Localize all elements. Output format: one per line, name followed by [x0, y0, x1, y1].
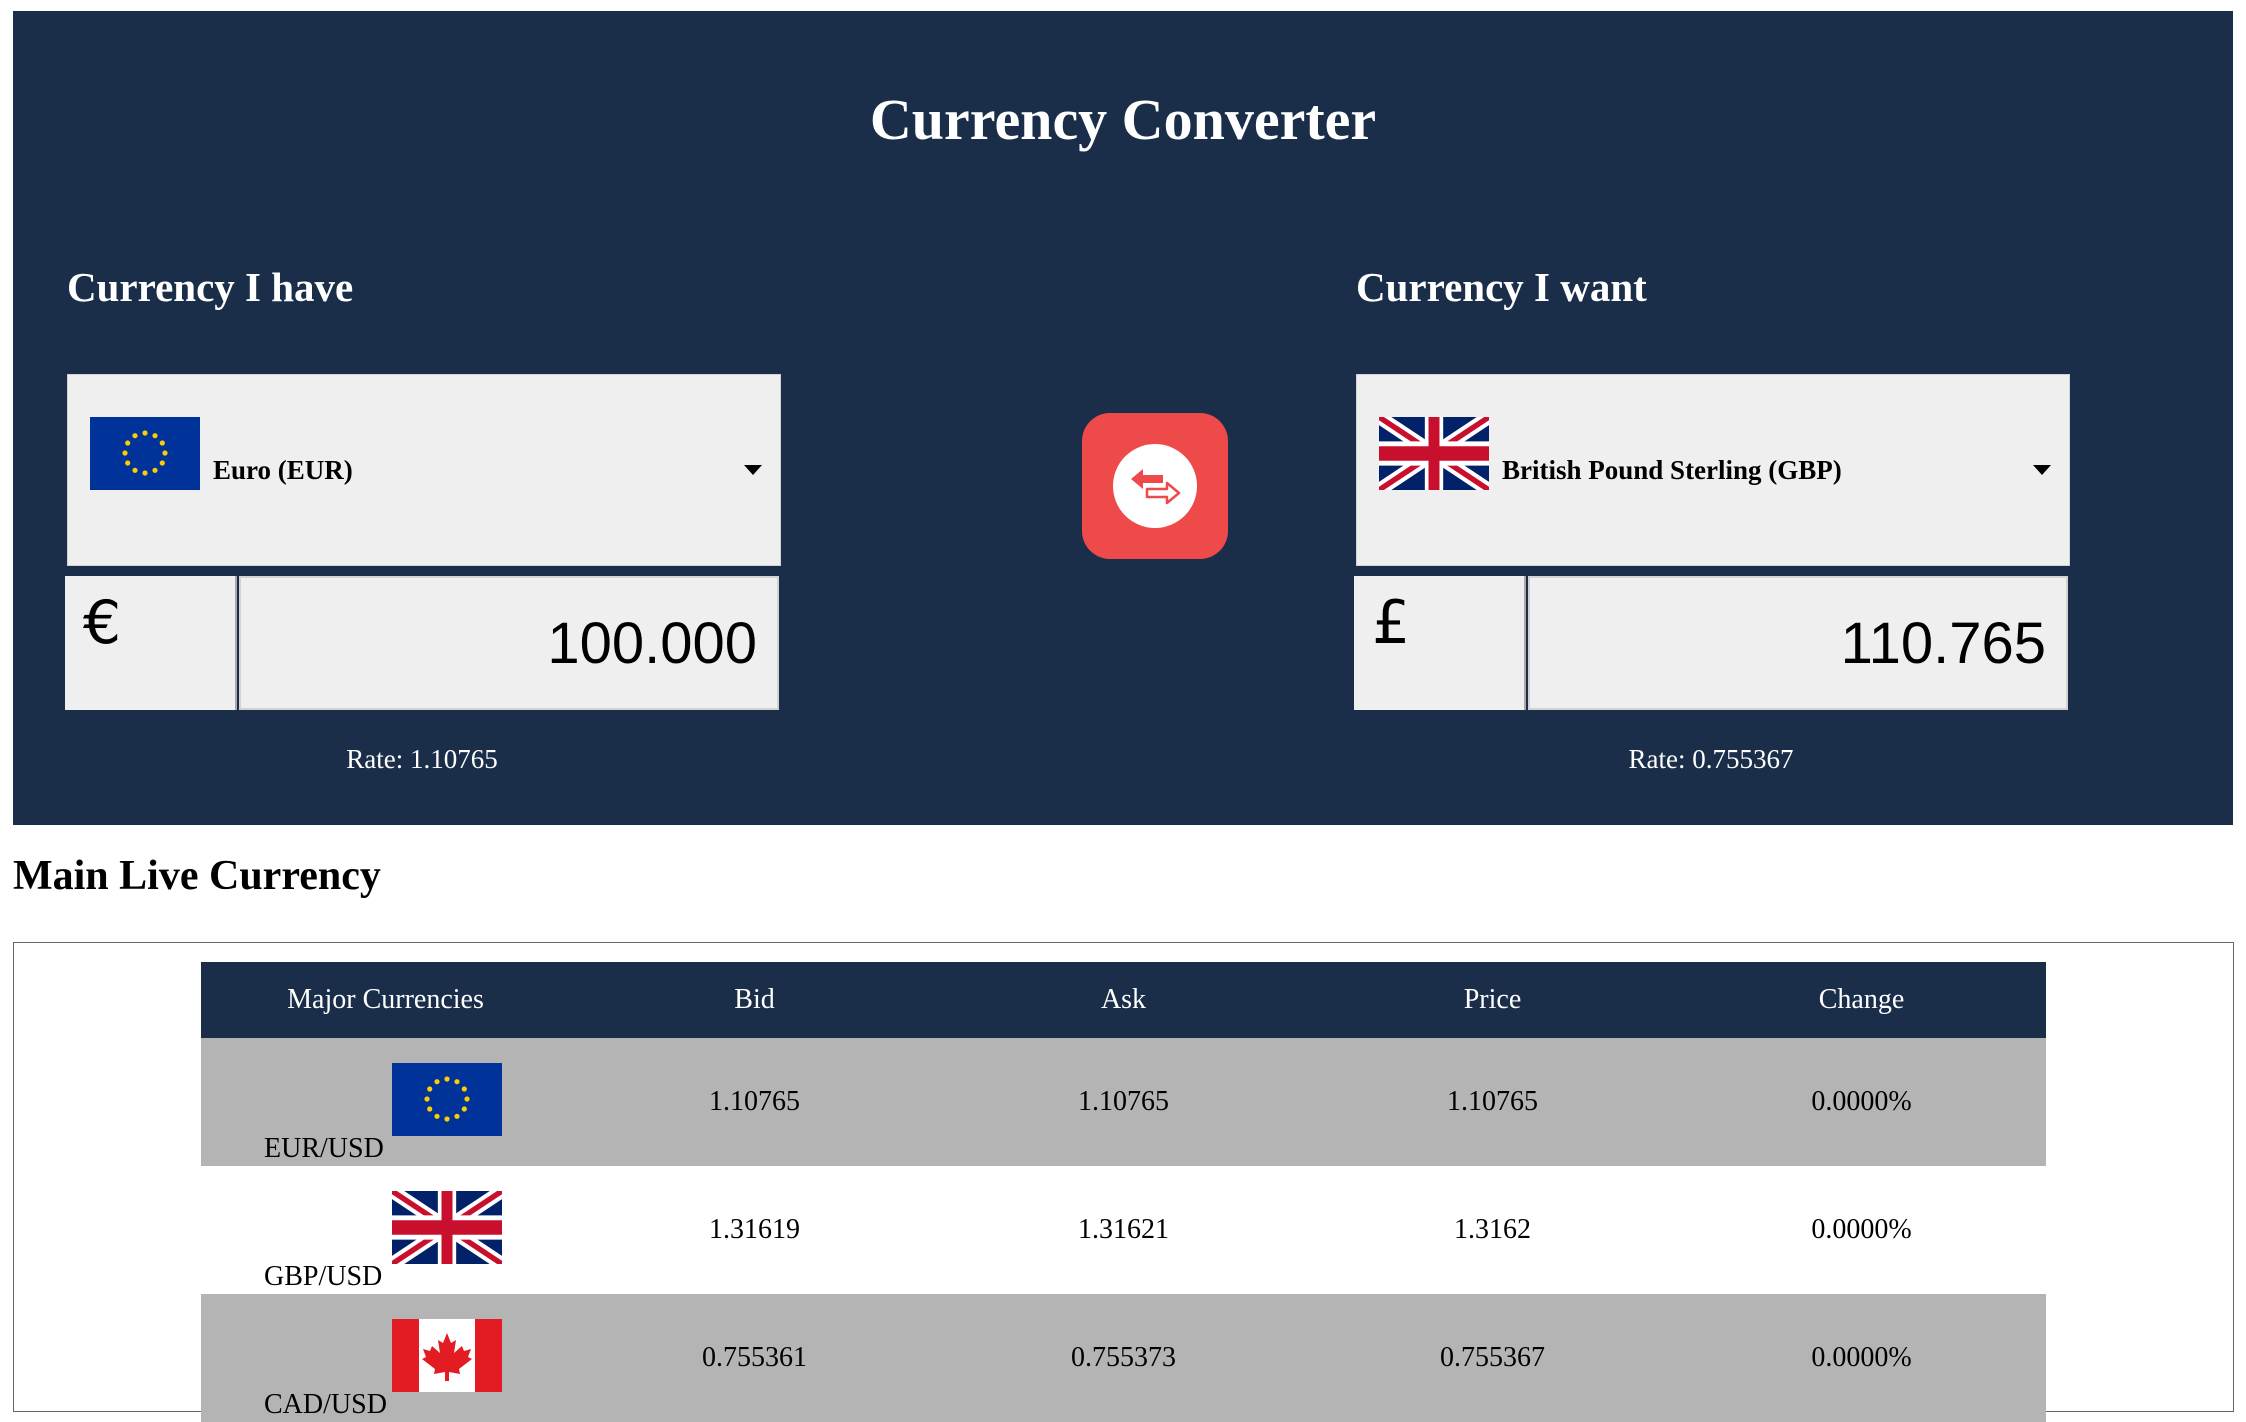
change-cell: 0.0000% [1677, 1038, 2046, 1166]
column-header-bid: Bid [570, 962, 939, 1038]
swap-currencies-button[interactable] [1082, 413, 1228, 559]
pair-cell: GBP/USD [201, 1166, 570, 1294]
column-header-price: Price [1308, 962, 1677, 1038]
ask-cell: 0.755373 [939, 1294, 1308, 1422]
price-cell: 1.3162 [1454, 1214, 1531, 1245]
chevron-down-icon [2033, 465, 2051, 475]
bid-cell: 1.10765 [570, 1038, 939, 1166]
currency-want-select[interactable]: British Pound Sterling (GBP) [1356, 374, 2070, 566]
currency-have-selected: Euro (EUR) [213, 455, 353, 485]
pair-cell: CAD/USD [201, 1294, 570, 1422]
table-row: GBP/USD 1.31619 1.31621 1.3162 0.0000% [201, 1166, 2046, 1294]
eu-flag-icon [90, 417, 200, 490]
canada-flag-icon [392, 1319, 502, 1392]
live-currency-table: Major Currencies Bid Ask Price Change EU… [201, 962, 2046, 1422]
currency-have-select[interactable]: Euro (EUR) [67, 374, 781, 566]
chevron-down-icon [744, 465, 762, 475]
swap-arrows-icon [1131, 469, 1181, 505]
swap-circle [1113, 444, 1197, 528]
pair-label: EUR/USD [264, 1133, 384, 1164]
currency-want-selected: British Pound Sterling (GBP) [1502, 455, 1842, 485]
currency-have-amount-row: € [65, 576, 779, 710]
uk-flag-icon [1379, 417, 1489, 490]
change-cell: 0.0000% [1677, 1294, 2046, 1422]
live-currency-heading: Main Live Currency [13, 853, 381, 899]
amount-have-input[interactable] [239, 576, 779, 710]
eu-flag-icon [392, 1063, 502, 1136]
currency-want-rate: Rate: 0.755367 [1628, 744, 1794, 774]
table-row: EUR/USD 1.10765 1.10765 1.10765 0.0000% [201, 1038, 2046, 1166]
amount-want-input[interactable] [1528, 576, 2068, 710]
currency-have-symbol-box: € [65, 576, 237, 710]
uk-flag-icon [392, 1191, 502, 1264]
ask-cell: 1.10765 [939, 1038, 1308, 1166]
pair-label: GBP/USD [264, 1261, 383, 1292]
ask-cell: 1.31621 [1078, 1214, 1169, 1245]
currency-have-rate: Rate: 1.10765 [346, 744, 498, 774]
column-header-change: Change [1677, 962, 2046, 1038]
table-row: CAD/USD 0.755361 0.755373 0.755367 0.000… [201, 1294, 2046, 1422]
price-cell: 1.10765 [1308, 1038, 1677, 1166]
column-header-ask: Ask [939, 962, 1308, 1038]
currency-want-symbol-box: £ [1354, 576, 1526, 710]
converter-panel: Currency Converter Currency I have Euro … [13, 11, 2233, 825]
pair-label: CAD/USD [264, 1389, 387, 1420]
price-cell: 0.755367 [1308, 1294, 1677, 1422]
bid-cell: 0.755361 [570, 1294, 939, 1422]
currency-want-panel: Currency I want British Pound Sterling (… [1354, 11, 2074, 825]
currency-want-amount-row: £ [1354, 576, 2068, 710]
column-header-major-currencies: Major Currencies [201, 962, 570, 1038]
currency-have-label: Currency I have [67, 264, 354, 310]
change-cell: 0.0000% [1811, 1214, 1912, 1245]
euro-symbol: € [83, 588, 122, 658]
pair-cell: EUR/USD [201, 1038, 570, 1166]
pound-symbol: £ [1372, 588, 1411, 658]
bid-cell: 1.31619 [709, 1214, 800, 1245]
currency-want-label: Currency I want [1356, 264, 1647, 310]
currency-have-panel: Currency I have Euro (EUR) € Rate: 1.107… [65, 11, 785, 825]
table-header-row: Major Currencies Bid Ask Price Change [201, 962, 2046, 1038]
